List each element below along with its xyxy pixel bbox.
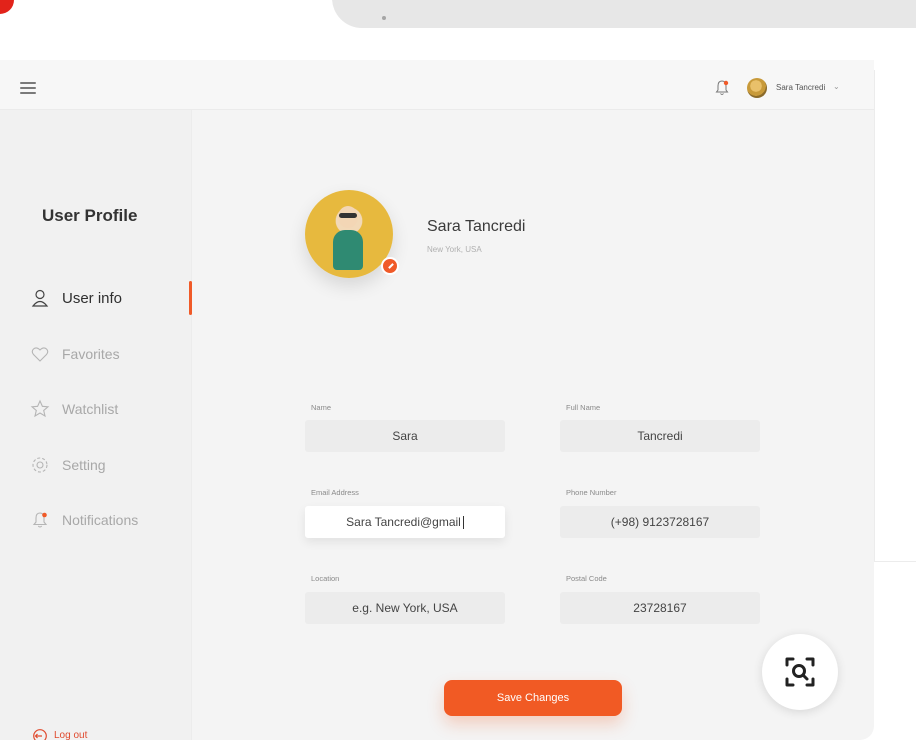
edit-photo-icon[interactable] xyxy=(381,257,399,275)
account-name[interactable]: Sara Tancredi xyxy=(776,83,825,92)
sidebar-item-user-info[interactable]: User info xyxy=(0,281,192,315)
screenshot-stage: Sara Tancredi ⌄ User Profile User info F… xyxy=(0,0,916,748)
profile-name: Sara Tancredi xyxy=(427,218,526,235)
phone-label: Phone Number xyxy=(566,488,617,497)
gear-icon xyxy=(32,457,48,473)
email-value: Sara Tancredi@gmail xyxy=(346,515,461,529)
chevron-down-icon[interactable]: ⌄ xyxy=(833,82,840,91)
sidebar-item-setting[interactable]: Setting xyxy=(0,448,192,482)
name-field[interactable]: Sara xyxy=(305,420,505,452)
logout-icon xyxy=(33,729,47,740)
full-name-label: Full Name xyxy=(566,403,601,412)
sidebar-item-label: Notifications xyxy=(62,512,139,528)
sidebar-title: User Profile xyxy=(42,206,138,225)
sidebar-item-watchlist[interactable]: Watchlist xyxy=(0,392,192,426)
visual-search-icon xyxy=(785,657,815,687)
hamburger-menu-icon[interactable] xyxy=(20,82,36,94)
brand-logo-fragment[interactable] xyxy=(0,0,14,14)
location-field[interactable]: e.g. New York, USA xyxy=(305,592,505,624)
name-label: Name xyxy=(311,403,332,412)
star-icon xyxy=(30,399,50,418)
top-bar: Sara Tancredi ⌄ xyxy=(0,60,874,110)
sidebar-item-label: User info xyxy=(62,290,123,307)
bell-icon xyxy=(32,512,48,528)
profile-app-window: Sara Tancredi ⌄ User Profile User info F… xyxy=(0,60,874,740)
postal-code-label: Postal Code xyxy=(566,574,607,583)
profile-photo[interactable] xyxy=(305,190,393,278)
logout-button[interactable]: Log out xyxy=(32,727,122,740)
save-changes-button[interactable]: Save Changes xyxy=(444,680,622,716)
profile-location: New York, USA xyxy=(427,245,482,254)
logout-label: Log out xyxy=(54,730,88,740)
sidebar-item-label: Favorites xyxy=(62,346,120,362)
avatar[interactable] xyxy=(747,78,767,98)
sidebar-item-label: Watchlist xyxy=(62,401,119,417)
side-panel xyxy=(874,70,916,562)
location-label: Location xyxy=(311,574,340,583)
sidebar-item-favorites[interactable]: Favorites xyxy=(0,337,192,371)
text-cursor xyxy=(462,515,464,529)
email-label: Email Address xyxy=(311,488,359,497)
heart-icon xyxy=(31,347,49,362)
phone-field[interactable]: (+98) 9123728167 xyxy=(560,506,760,538)
sidebar-item-notifications[interactable]: Notifications xyxy=(0,503,192,537)
bell-icon[interactable] xyxy=(714,79,730,97)
visual-search-button[interactable] xyxy=(762,634,838,710)
search-bar-dot xyxy=(382,16,386,20)
user-icon xyxy=(31,289,49,307)
email-field[interactable]: Sara Tancredi@gmail xyxy=(305,506,505,538)
sidebar: User Profile User info Favorites Watchli… xyxy=(0,110,192,740)
postal-code-field[interactable]: 23728167 xyxy=(560,592,760,624)
top-search-bar[interactable] xyxy=(332,0,916,28)
sidebar-item-label: Setting xyxy=(62,457,106,473)
full-name-field[interactable]: Tancredi xyxy=(560,420,760,452)
